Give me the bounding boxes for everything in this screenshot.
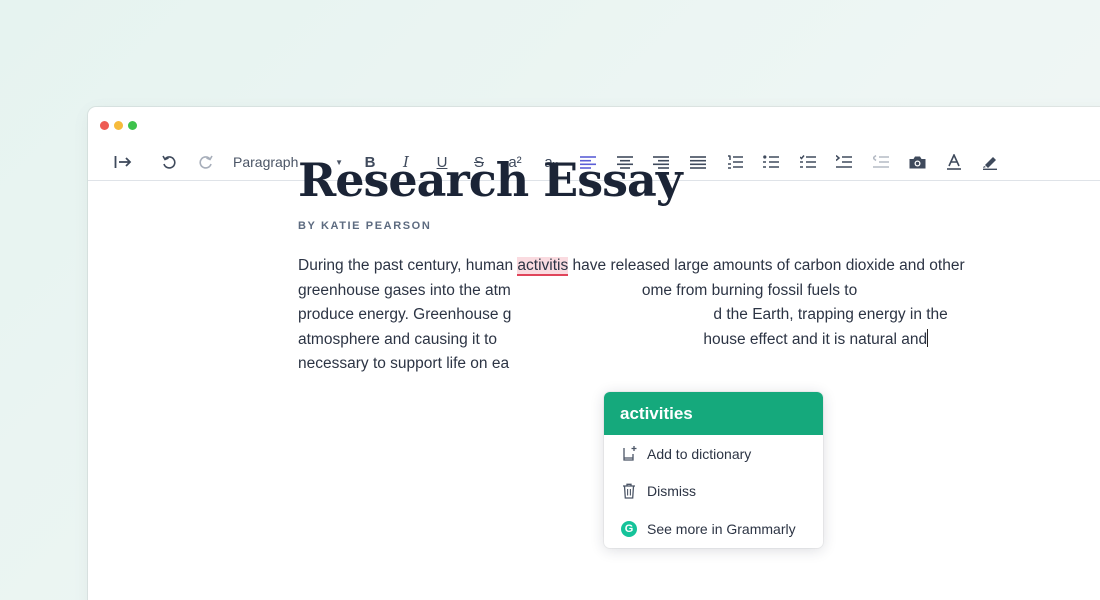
text-segment: have released large amounts of carbon di… [568,257,965,274]
title-bar [88,107,1100,143]
dismiss-button[interactable]: Dismiss [604,473,823,511]
grammarly-suggestion-card: activities Add to dictionary Dismiss G S… [604,392,823,548]
document-content: Research Essay BY KATIE PEARSON During t… [298,150,1058,377]
text-segment: During the past century, human [298,257,518,274]
see-more-label: See more in Grammarly [647,520,796,537]
add-to-dictionary-icon [620,445,638,463]
text-segment: d the Earth, trapping energy in the [713,306,948,323]
redo-icon[interactable] [197,143,215,181]
paragraph-style-value: Paragraph [233,154,299,170]
document-title[interactable]: Research Essay [298,150,1058,210]
body-line: During the past century, human activitis… [298,254,1018,279]
see-more-in-grammarly-button[interactable]: G See more in Grammarly [604,510,823,548]
spelling-error-word[interactable]: activitis [517,257,569,276]
minimize-window-button[interactable] [114,121,123,130]
add-to-dictionary-label: Add to dictionary [647,445,752,462]
text-segment: greenhouse gases into the atm [298,281,511,299]
undo-icon[interactable] [160,143,178,181]
body-line: necessary to support life on ea [298,352,1018,377]
trash-icon [620,482,638,500]
text-segment: atmosphere and causing it to [298,330,502,348]
close-window-button[interactable] [100,121,109,130]
text-segment: ome from burning fossil fuels to [641,281,858,299]
suggested-replacement[interactable]: activities [604,392,823,435]
body-line: greenhouse gases into the atm ome from bu… [298,279,1018,304]
body-line: produce energy. Greenhouse g d the Earth,… [298,303,1018,328]
text-segment: house effect and it is natural and [703,330,928,348]
text-cursor [927,328,929,347]
maximize-window-button[interactable] [128,121,137,130]
dismiss-label: Dismiss [647,483,696,500]
document-body[interactable]: During the past century, human activitis… [298,254,1018,377]
document-byline[interactable]: BY KATIE PEARSON [298,220,1058,232]
indent-arrow-icon[interactable] [112,143,134,181]
grammarly-logo-icon: G [620,520,638,538]
text-segment: produce energy. Greenhouse g [298,306,512,323]
body-line: atmosphere and causing it to house effec… [298,328,1018,353]
text-segment: necessary to support life on ea [298,355,510,372]
add-to-dictionary-button[interactable]: Add to dictionary [604,435,823,473]
